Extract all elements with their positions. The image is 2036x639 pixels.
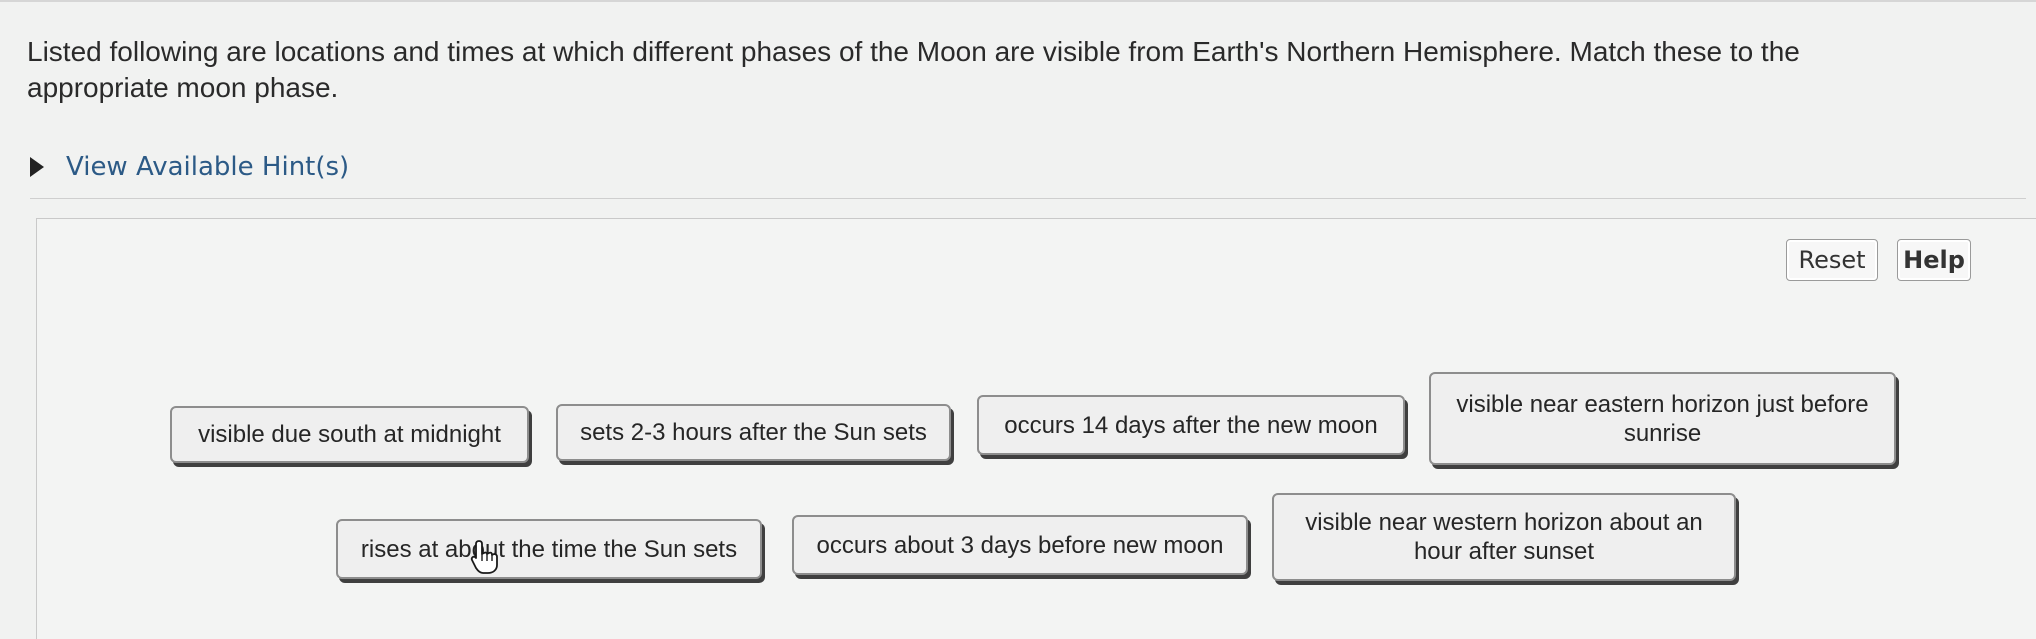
draggable-label[interactable]: occurs 14 days after the new moon — [977, 395, 1405, 455]
triangle-right-icon — [30, 157, 44, 177]
hand-pointer-icon — [470, 540, 498, 574]
draggable-label[interactable]: occurs about 3 days before new moon — [792, 515, 1248, 575]
reset-button[interactable]: Reset — [1786, 239, 1878, 281]
draggable-label[interactable]: sets 2-3 hours after the Sun sets — [556, 404, 951, 461]
draggable-label[interactable]: rises at about the time the Sun sets — [336, 519, 762, 579]
draggable-label[interactable]: visible near eastern horizon just before… — [1429, 372, 1896, 465]
section-divider — [30, 198, 2026, 199]
draggable-label[interactable]: visible near western horizon about an ho… — [1272, 493, 1736, 581]
help-button[interactable]: Help — [1897, 239, 1971, 281]
question-prompt: Listed following are locations and times… — [27, 36, 1800, 103]
view-hints-toggle[interactable]: View Available Hint(s) — [30, 152, 349, 182]
top-divider — [0, 0, 2036, 2]
view-hints-label: View Available Hint(s) — [66, 152, 350, 182]
draggable-label[interactable]: visible due south at midnight — [170, 406, 529, 463]
